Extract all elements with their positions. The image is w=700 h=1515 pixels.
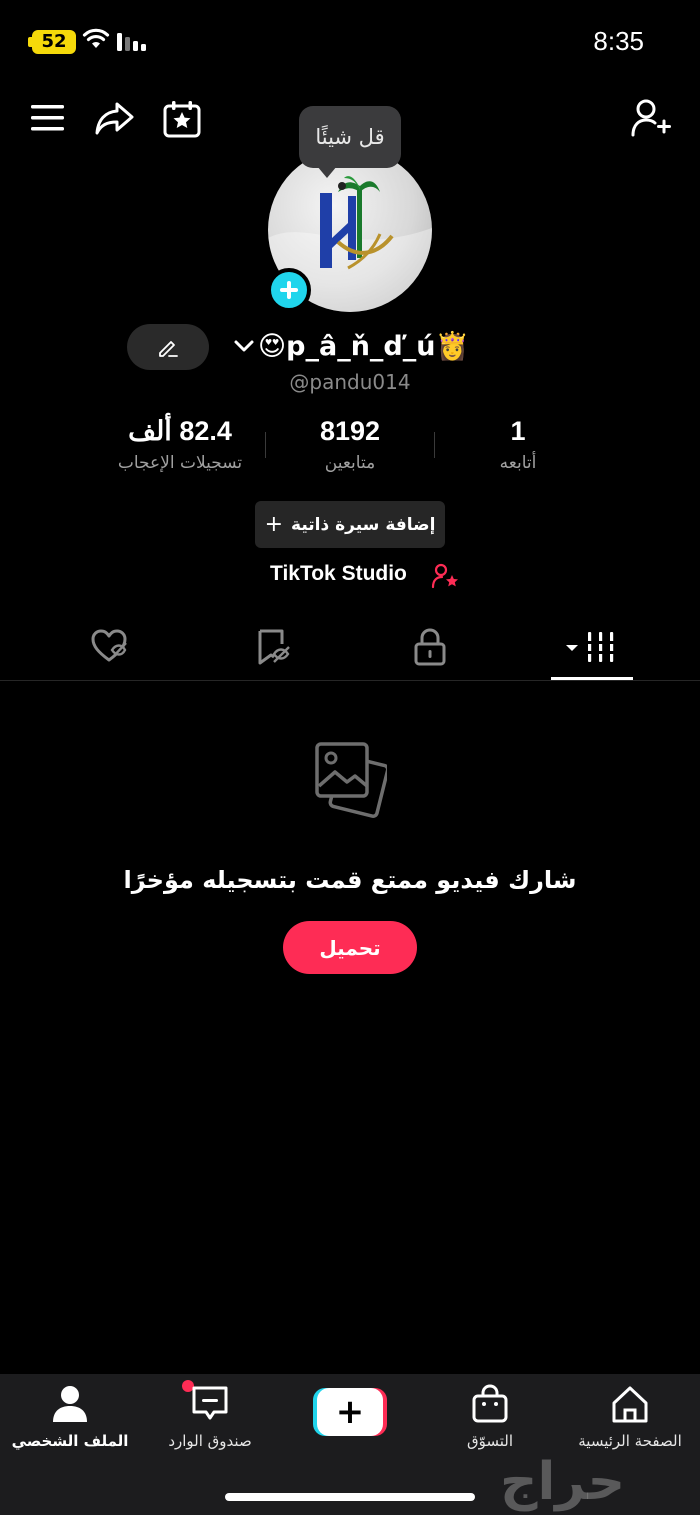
add-user-icon[interactable] xyxy=(630,98,672,138)
photos-icon xyxy=(315,742,387,818)
following-label: أتابعه xyxy=(499,453,537,473)
likes-stat[interactable]: 82.4 ألف تسجيلات الإعجاب xyxy=(100,416,260,473)
username-text: @pandu014 xyxy=(289,370,411,394)
likes-label: تسجيلات الإعجاب xyxy=(117,453,243,473)
status-bar: 52 8:35 xyxy=(0,0,700,80)
nav-home-label: الصفحة الرئيسية xyxy=(578,1432,682,1450)
menu-icon[interactable] xyxy=(30,102,66,134)
upload-button[interactable]: تحميل xyxy=(283,921,417,974)
add-bio-label: إضافة سيرة ذاتية xyxy=(291,514,436,535)
calendar-star-icon[interactable] xyxy=(163,100,201,138)
share-icon[interactable] xyxy=(95,100,135,136)
add-bio-button[interactable]: إضافة سيرة ذاتية + xyxy=(255,501,445,548)
wifi-icon xyxy=(82,28,110,48)
shopping-bag-icon xyxy=(472,1384,508,1423)
haraj-watermark: حراج xyxy=(500,1452,626,1512)
cellular-signal-icon xyxy=(117,33,146,51)
likes-count: 82.4 ألف xyxy=(128,416,232,446)
stat-divider xyxy=(434,432,435,458)
create-button[interactable]: + xyxy=(313,1388,387,1436)
home-icon xyxy=(612,1386,648,1423)
followers-label: متابعين xyxy=(324,453,376,473)
tabs-divider xyxy=(0,680,700,681)
nav-home[interactable]: الصفحة الرئيسية xyxy=(560,1384,700,1450)
say-something-tooltip[interactable]: قل شيئًا xyxy=(299,106,401,168)
nav-inbox-label: صندوق الوارد xyxy=(168,1432,252,1450)
followers-stat[interactable]: 8192 متابعين xyxy=(280,416,420,473)
creator-star-icon[interactable] xyxy=(431,563,461,589)
followers-count: 8192 xyxy=(319,416,381,446)
following-count: 1 xyxy=(510,416,526,446)
tooltip-tail xyxy=(317,166,337,178)
empty-state-message: شارك فيديو ممتع قمت بتسجيله مؤخرًا xyxy=(123,866,577,894)
stat-divider xyxy=(265,432,266,458)
create-plus-icon: + xyxy=(317,1388,383,1436)
home-indicator[interactable] xyxy=(225,1493,475,1501)
battery-indicator: 52 xyxy=(32,30,76,54)
nav-inbox[interactable]: صندوق الوارد xyxy=(150,1384,270,1450)
tiktok-studio-link[interactable]: TikTok Studio xyxy=(270,562,407,586)
favorites-hidden-icon[interactable] xyxy=(256,628,292,666)
nav-profile[interactable]: الملف الشخصي xyxy=(8,1384,132,1450)
lock-icon[interactable] xyxy=(414,628,446,666)
following-stat[interactable]: 1 أتابعه xyxy=(448,416,588,473)
username: @pandu014 xyxy=(0,370,700,394)
nav-profile-label: الملف الشخصي xyxy=(11,1432,129,1450)
profile-icon xyxy=(53,1386,87,1422)
videos-grid-icon[interactable] xyxy=(565,630,619,664)
inbox-icon xyxy=(192,1386,228,1420)
plus-icon: + xyxy=(264,512,284,537)
display-name[interactable]: 😍p_â_ň_ď_ú👸 xyxy=(258,330,469,362)
pencil-icon xyxy=(159,341,178,357)
add-avatar-button[interactable] xyxy=(267,268,311,312)
liked-hidden-icon[interactable] xyxy=(90,628,128,664)
edit-profile-button[interactable] xyxy=(127,324,209,370)
nav-shop[interactable]: التسوّق xyxy=(440,1384,540,1450)
clock: 8:35 xyxy=(593,26,644,56)
chevron-down-icon[interactable] xyxy=(233,338,255,354)
nav-shop-label: التسوّق xyxy=(466,1432,514,1450)
